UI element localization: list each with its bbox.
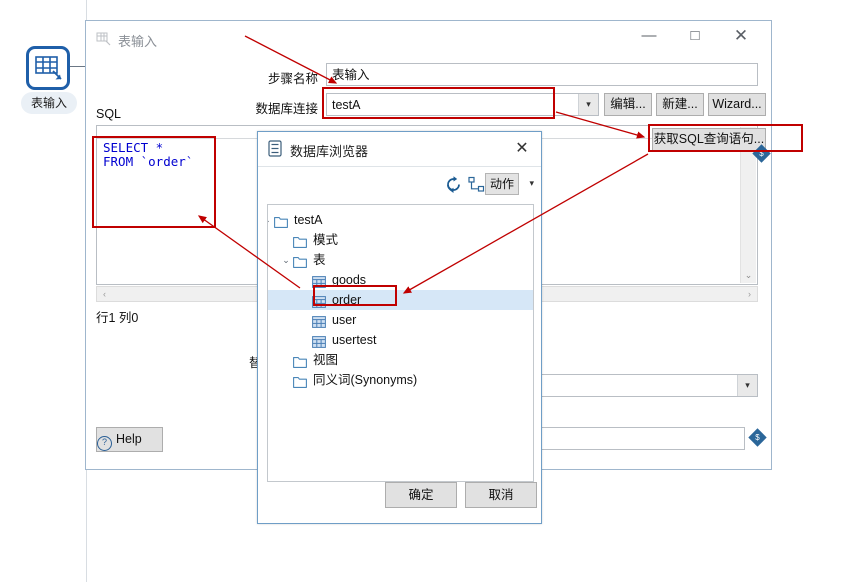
wizard-button[interactable]: Wizard... [708, 93, 766, 116]
sql-label: SQL [96, 107, 121, 121]
edit-connection-button[interactable]: 编辑... [604, 93, 652, 116]
table-input-step-icon[interactable] [26, 46, 70, 90]
question-mark-icon: ? [97, 436, 112, 451]
tree-node-label: 表 [313, 250, 326, 270]
help-button[interactable]: ? Help [96, 427, 163, 452]
tree-node-模式[interactable]: 模式 [268, 230, 533, 250]
folder-icon [274, 214, 288, 225]
dialog-toolbar: 动作 ▾ [258, 166, 541, 202]
expand-tree-icon[interactable] [468, 176, 485, 193]
close-button[interactable]: ✕ [718, 21, 764, 51]
tree-node-testA[interactable]: ⌄ testA [268, 210, 533, 230]
ok-button[interactable]: 确定 [385, 482, 457, 508]
get-sql-button-highlight [648, 124, 803, 152]
tree-node-label: testA [294, 210, 323, 230]
scroll-down-icon[interactable]: ⌄ [741, 268, 756, 283]
connection-field-highlight [322, 87, 555, 119]
folder-icon [293, 234, 307, 245]
tree-node-label: usertest [332, 330, 376, 350]
minimize-button[interactable]: — [626, 21, 672, 51]
window-titlebar: 表输入 — □ ✕ [86, 21, 771, 59]
scroll-right-icon[interactable]: › [742, 287, 757, 301]
action-dropdown-caret-icon[interactable]: ▾ [529, 178, 534, 189]
variable-diamond-icon[interactable] [748, 428, 766, 446]
tree-node-同义词(Synonyms)[interactable]: 同义词(Synonyms) [268, 370, 533, 390]
step-name-label: 步骤名称 [226, 68, 318, 87]
new-connection-button[interactable]: 新建... [656, 93, 704, 116]
tree-node-label: 模式 [313, 230, 338, 250]
tree-node-label: 同义词(Synonyms) [313, 370, 417, 390]
table-icon [312, 314, 326, 326]
sql-editor-highlight [92, 136, 216, 228]
tree-node-label: 视图 [313, 350, 338, 370]
dialog-title: 数据库浏览器 [290, 141, 368, 160]
database-browser-dialog: 数据库浏览器 ✕ 动作 ▾ ⌄testA [257, 131, 542, 524]
table-icon [312, 334, 326, 346]
cancel-button[interactable]: 取消 [465, 482, 537, 508]
help-button-label: Help [116, 432, 142, 446]
scroll-left-icon[interactable]: ‹ [97, 287, 112, 301]
screenshot-root: 表输入 表输入 — □ ✕ 步骤名称 表输入 数据库连接 testA ▾ [0, 0, 841, 582]
connection-label: 数据库连接 [226, 98, 318, 117]
database-icon [268, 140, 282, 157]
tree-node-usertest[interactable]: usertest [268, 330, 533, 350]
chevron-down-icon[interactable]: ⌄ [280, 250, 292, 270]
refresh-icon[interactable] [444, 175, 463, 194]
transformation-canvas: 表输入 [0, 0, 87, 582]
folder-icon [293, 354, 307, 365]
folder-icon [293, 254, 307, 265]
action-button[interactable]: 动作 [485, 173, 519, 195]
tree-node-user[interactable]: user [268, 310, 533, 330]
chevron-down-icon-2[interactable]: ▾ [737, 375, 757, 396]
tree-node-视图[interactable]: 视图 [268, 350, 533, 370]
order-table-highlight [313, 285, 397, 306]
step-name-input[interactable]: 表输入 [326, 63, 758, 86]
database-tree[interactable]: ⌄testA模式⌄表goodsorderuserusertest视图同义词(Sy… [267, 204, 534, 482]
folder-icon [293, 374, 307, 385]
maximize-button[interactable]: □ [672, 21, 718, 51]
window-title: 表输入 [118, 31, 157, 50]
tree-node-表[interactable]: ⌄表 [268, 250, 533, 270]
tree-node-label: user [332, 310, 356, 330]
chevron-down-icon[interactable]: ▾ [578, 94, 598, 115]
dialog-titlebar: 数据库浏览器 ✕ [258, 132, 541, 167]
step-label: 表输入 [21, 92, 77, 114]
tree-node-goods[interactable]: goods [268, 270, 533, 290]
table-input-icon [96, 32, 111, 47]
tree-node-order[interactable]: order [268, 290, 533, 310]
cursor-position-status: 行1 列0 [96, 307, 138, 326]
chevron-down-icon[interactable]: ⌄ [267, 210, 273, 230]
dialog-close-icon[interactable]: ✕ [513, 138, 531, 158]
